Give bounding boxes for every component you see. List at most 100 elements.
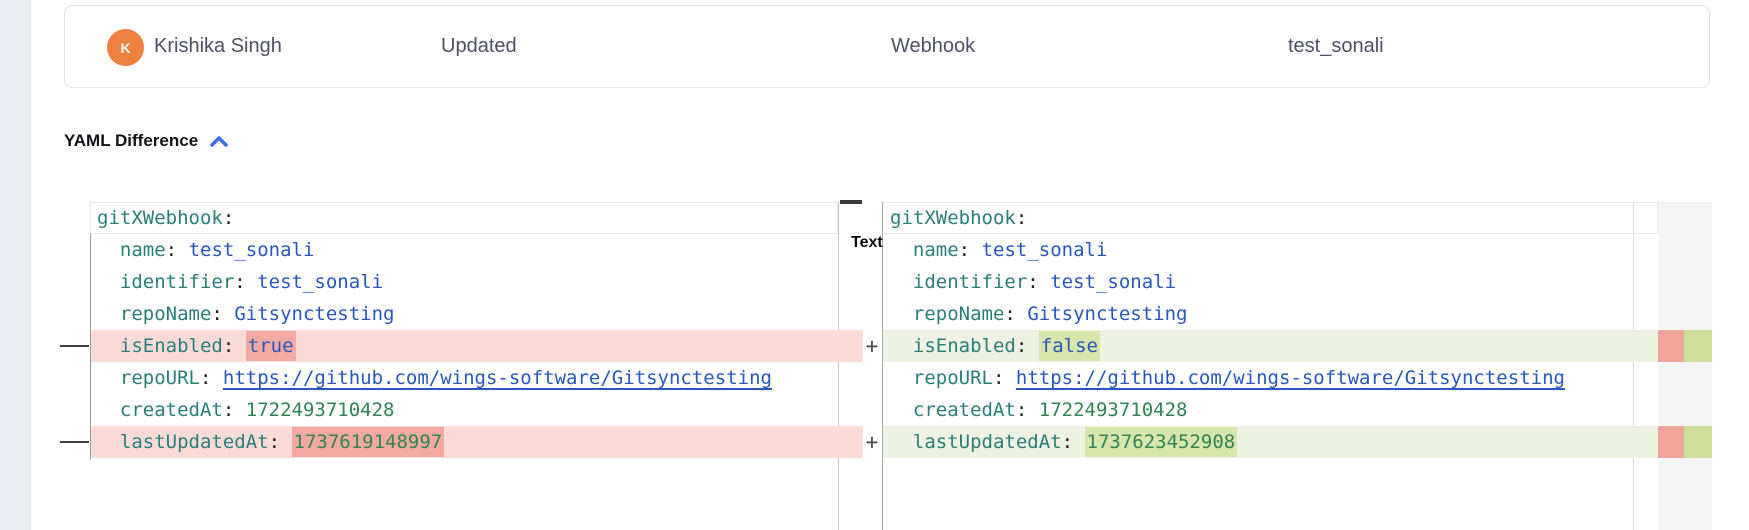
yaml-colon: :: [1027, 271, 1038, 293]
sash-handle[interactable]: [840, 200, 862, 204]
modified-yaml-editor[interactable]: gitXWebhook: name: test_sonali identifie…: [883, 202, 1658, 458]
repo-url-link[interactable]: https://github.com/wings-software/Gitsyn…: [223, 367, 772, 389]
code-line-left: repoURL: https://github.com/wings-softwa…: [90, 362, 838, 394]
yaml-colon: :: [269, 431, 280, 453]
ruler-removed-mark: [1658, 330, 1684, 362]
yaml-value: true: [246, 331, 296, 361]
yaml-key: identifier: [120, 271, 234, 293]
space: [246, 271, 257, 293]
yaml-colon: :: [211, 303, 222, 325]
yaml-difference-title: YAML Difference: [64, 131, 198, 151]
yaml-value: 1722493710428: [1039, 399, 1188, 421]
space: [1039, 271, 1050, 293]
yaml-key: name: [120, 239, 166, 261]
space: [970, 239, 981, 261]
space: [1027, 399, 1038, 421]
indent: [890, 271, 913, 293]
yaml-diff-editor: gitXWebhook: name: test_sonali identifie…: [0, 202, 1749, 530]
indent: [97, 239, 120, 261]
space: [234, 399, 245, 421]
yaml-colon: :: [223, 335, 234, 357]
ruler-added-mark: [1684, 426, 1712, 458]
yaml-colon: :: [993, 367, 1004, 389]
action-label: Updated: [441, 6, 517, 87]
indent: [97, 303, 120, 325]
yaml-value: test_sonali: [189, 239, 315, 261]
space: [234, 335, 245, 357]
yaml-key: lastUpdatedAt: [120, 431, 269, 453]
code-line-right: gitXWebhook:: [883, 202, 1658, 234]
indent: [890, 431, 913, 453]
indent: [97, 335, 120, 357]
space: [1004, 367, 1015, 389]
removed-line-marker: [60, 345, 89, 347]
indent: [97, 431, 120, 453]
space: [211, 367, 222, 389]
code-line-left: identifier: test_sonali: [90, 266, 838, 298]
code-line-right: identifier: test_sonali: [883, 266, 1658, 298]
yaml-key: repoName: [120, 303, 212, 325]
space: [1073, 431, 1084, 453]
yaml-colon: :: [1016, 207, 1027, 229]
yaml-value: Gitsynctesting: [1027, 303, 1187, 325]
yaml-key: repoURL: [913, 367, 993, 389]
space: [280, 431, 291, 453]
yaml-colon: :: [1016, 335, 1027, 357]
yaml-value: 1722493710428: [246, 399, 395, 421]
code-line-right: name: test_sonali: [883, 234, 1658, 266]
space: [223, 303, 234, 325]
overview-ruler[interactable]: [1658, 202, 1712, 530]
yaml-value: test_sonali: [982, 239, 1108, 261]
yaml-value: Gitsynctesting: [234, 303, 394, 325]
yaml-key: identifier: [913, 271, 1027, 293]
ruler-removed-mark: [1658, 426, 1684, 458]
yaml-key: name: [913, 239, 959, 261]
yaml-value: test_sonali: [1050, 271, 1176, 293]
original-yaml-editor[interactable]: gitXWebhook: name: test_sonali identifie…: [90, 202, 838, 458]
left-editor-border: [90, 234, 91, 460]
yaml-colon: :: [1016, 399, 1027, 421]
code-line-right: createdAt: 1722493710428: [883, 394, 1658, 426]
space: [177, 239, 188, 261]
indent: [97, 271, 120, 293]
indent: [890, 303, 913, 325]
removed-line-marker: [60, 441, 89, 443]
added-line-marker: +: [863, 426, 881, 458]
indent: [890, 239, 913, 261]
yaml-key: gitXWebhook: [890, 207, 1016, 229]
code-line-right: lastUpdatedAt: 1737623452908: [883, 426, 1658, 458]
avatar: K: [107, 29, 144, 66]
yaml-value: test_sonali: [257, 271, 383, 293]
code-line-right: repoURL: https://github.com/wings-softwa…: [883, 362, 1658, 394]
repo-url-link[interactable]: https://github.com/wings-software/Gitsyn…: [1016, 367, 1565, 389]
indent: [97, 399, 120, 421]
resource-name-label: test_sonali: [1288, 6, 1384, 87]
audit-entry-card: K Krishika Singh Updated Webhook test_so…: [64, 5, 1710, 88]
space: [1016, 303, 1027, 325]
code-line-right: isEnabled: false: [883, 330, 1658, 362]
collapse-yaml-diff-button[interactable]: [208, 134, 230, 149]
yaml-key: isEnabled: [120, 335, 223, 357]
yaml-value: 1737619148997: [292, 427, 445, 457]
yaml-key: lastUpdatedAt: [913, 431, 1062, 453]
yaml-colon: :: [1004, 303, 1015, 325]
chevron-up-icon: [208, 134, 230, 149]
yaml-key: repoURL: [120, 367, 200, 389]
yaml-key: isEnabled: [913, 335, 1016, 357]
resource-type-label: Webhook: [891, 6, 975, 87]
code-line-left: lastUpdatedAt: 1737619148997: [90, 426, 863, 458]
yaml-colon: :: [223, 207, 234, 229]
space: [1027, 335, 1038, 357]
diff-sash[interactable]: [838, 202, 839, 530]
ruler-added-mark: [1684, 330, 1712, 362]
indent: [890, 367, 913, 389]
text-column-label: Text: [851, 234, 883, 252]
added-line-marker: +: [863, 330, 881, 362]
indent: [97, 367, 120, 389]
yaml-difference-header: YAML Difference: [64, 131, 230, 151]
audit-yaml-diff-page: K Krishika Singh Updated Webhook test_so…: [0, 0, 1749, 530]
yaml-value: false: [1039, 331, 1100, 361]
yaml-colon: :: [1062, 431, 1073, 453]
code-line-right: repoName: Gitsynctesting: [883, 298, 1658, 330]
code-line-left: name: test_sonali: [90, 234, 838, 266]
